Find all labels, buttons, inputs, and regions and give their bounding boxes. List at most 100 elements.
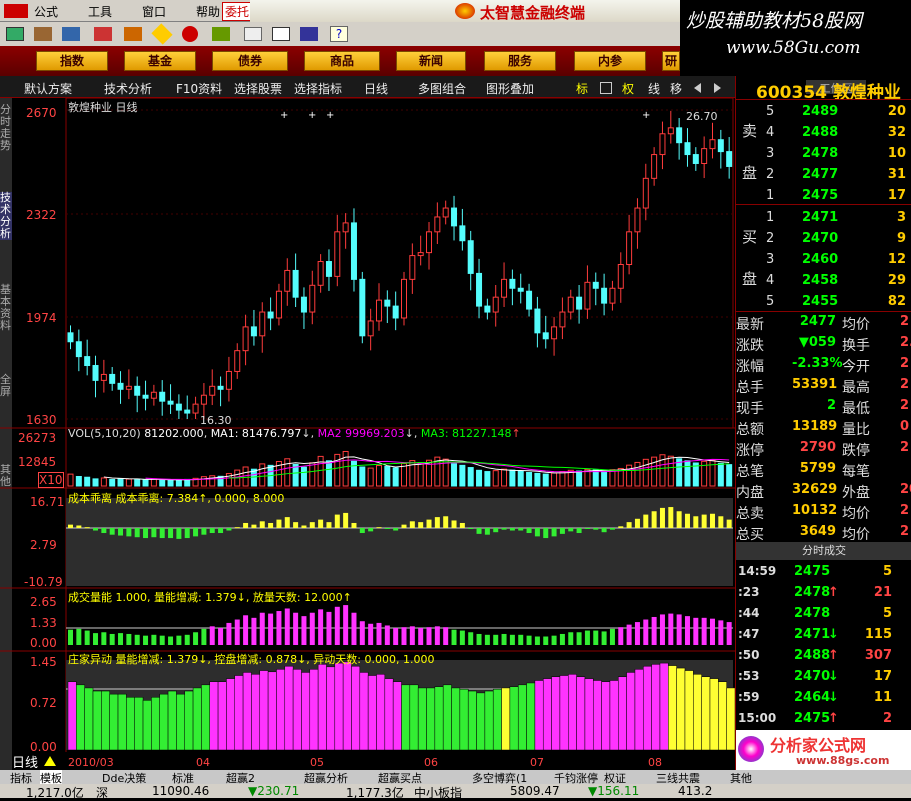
candle <box>92 365 99 381</box>
line-button[interactable]: 线 <box>648 80 660 97</box>
ind1-bar <box>693 516 699 528</box>
ind3-bar <box>651 664 661 751</box>
bid-volume: 82 <box>887 294 906 309</box>
ind1-bar <box>543 528 549 539</box>
ind2-bar <box>376 622 382 645</box>
ind2-bar <box>109 633 115 645</box>
icon-toolbar: ? <box>0 22 680 46</box>
volume-bar <box>150 478 157 487</box>
ind2-bar <box>234 619 240 645</box>
ask-price: 2489 <box>802 104 839 119</box>
ind1-bar <box>184 528 190 539</box>
menu-item-window[interactable]: 窗口 <box>142 3 166 20</box>
ind3-bar <box>167 690 177 751</box>
ticks-title[interactable]: 分时成交 <box>736 542 911 560</box>
ind3-bar <box>492 688 502 751</box>
layout-icon[interactable] <box>212 27 230 41</box>
binoculars-icon[interactable] <box>62 27 80 41</box>
period-label[interactable]: 日线 <box>12 752 38 771</box>
ind3-bar <box>276 669 286 751</box>
candle <box>692 154 699 164</box>
bar-icon[interactable] <box>124 27 142 41</box>
multi-chart-tab[interactable]: 多图组合 <box>418 80 466 97</box>
grid-icon[interactable] <box>600 82 612 94</box>
volume-bar <box>392 467 399 487</box>
select-indicator-tab[interactable]: 选择指标 <box>294 80 342 97</box>
volume-bar <box>125 478 132 487</box>
books-icon[interactable] <box>300 27 318 41</box>
app-icon[interactable] <box>4 4 28 18</box>
volume-bar <box>109 478 116 487</box>
trade-button[interactable]: 委托 <box>222 2 253 21</box>
ind1-bar <box>284 517 290 528</box>
ind2-bar <box>676 614 682 645</box>
ind1-bar <box>226 528 232 531</box>
ind2-bar <box>218 628 224 645</box>
print-icon[interactable] <box>244 27 262 41</box>
select-stock-tab[interactable]: 选择股票 <box>234 80 282 97</box>
nav-insider-button[interactable]: 内参 <box>574 51 646 71</box>
f10-tab[interactable]: F10资料 <box>176 80 222 97</box>
nav-research-button[interactable]: 研究室 <box>662 51 680 71</box>
overlay-tab[interactable]: 图形叠加 <box>486 80 534 97</box>
arrow-right-icon[interactable] <box>714 83 721 93</box>
chart-icon[interactable] <box>94 27 112 41</box>
candle <box>567 296 574 313</box>
flag-icon[interactable] <box>6 27 24 41</box>
ind1-bar <box>701 514 707 528</box>
candle <box>401 278 408 319</box>
ind3-bar <box>676 667 686 751</box>
arrow-left-icon[interactable] <box>694 83 701 93</box>
circle-icon[interactable] <box>182 26 198 42</box>
stat-label: 最新 <box>736 317 764 333</box>
tick-volume: 2 <box>882 711 892 726</box>
stat-value: 10132 <box>792 503 838 518</box>
menu-item-formula[interactable]: 公式 <box>34 3 58 20</box>
tick-time: 15:00 <box>738 711 777 725</box>
menu-item-tools[interactable]: 工具 <box>88 3 112 20</box>
tick-row: :50 2488 ↑ 307 <box>736 646 911 667</box>
ind3-bar <box>534 680 544 751</box>
tick-price: 2475 <box>794 711 831 726</box>
help-icon[interactable]: ? <box>330 26 348 42</box>
stat-value: 3649 <box>799 524 836 539</box>
tool-icon[interactable] <box>34 27 52 41</box>
nav-fund-button[interactable]: 基金 <box>124 51 196 71</box>
ask-price: 2488 <box>802 125 839 140</box>
status-bar: 1,217.0亿 深 11090.46 ▼230.71 1,177.3亿 中小板… <box>0 784 911 800</box>
tech-analysis-tab[interactable]: 技术分析 <box>104 80 152 97</box>
rights-button[interactable]: 权 <box>622 80 634 97</box>
volume-bar <box>142 479 149 487</box>
volume-bar <box>350 460 357 487</box>
ind2-bar <box>584 630 590 645</box>
ind1-bar <box>593 528 599 530</box>
nav-news-button[interactable]: 新闻 <box>396 51 466 71</box>
ticks-list[interactable]: 14:59 2475 5:23 2478 ↑ 21:44 2478 5:47 2471 ↓ 115:… <box>736 562 911 751</box>
move-button[interactable]: 移 <box>670 80 682 97</box>
triangle-up-icon[interactable] <box>44 756 56 766</box>
diamond-icon[interactable] <box>151 23 173 45</box>
ind3-bar <box>76 684 85 751</box>
window-icon[interactable] <box>272 27 290 41</box>
nav-bond-button[interactable]: 债券 <box>212 51 288 71</box>
ind3-tick-1: 1.45 <box>30 655 57 669</box>
ind1-bar <box>576 528 582 534</box>
bid-volume: 12 <box>887 252 906 267</box>
x-tick-4: 06 <box>424 756 438 769</box>
scheme-tab[interactable]: 默认方案 <box>24 80 72 97</box>
vol-legend: VOL(5,10,20) 81202.000, MA1: 81476.797↓,… <box>68 427 521 440</box>
status-sme-index: 5809.47 <box>510 784 560 798</box>
ind1-bar <box>526 528 532 534</box>
nav-service-button[interactable]: 服务 <box>484 51 556 71</box>
nav-index-button[interactable]: 指数 <box>36 51 108 71</box>
candle <box>684 142 691 156</box>
nav-commodity-button[interactable]: 商品 <box>304 51 380 71</box>
menu-item-help[interactable]: 帮助 <box>196 3 220 20</box>
mark-button[interactable]: 标 <box>576 80 588 97</box>
candle <box>517 287 524 292</box>
period-tab[interactable]: 日线 <box>364 80 388 97</box>
ind3-bar <box>709 678 719 751</box>
x-tick-3: 05 <box>310 756 324 769</box>
ind1-bar <box>151 528 157 538</box>
stat-row: 总卖 10132 均价 2 <box>736 501 911 522</box>
